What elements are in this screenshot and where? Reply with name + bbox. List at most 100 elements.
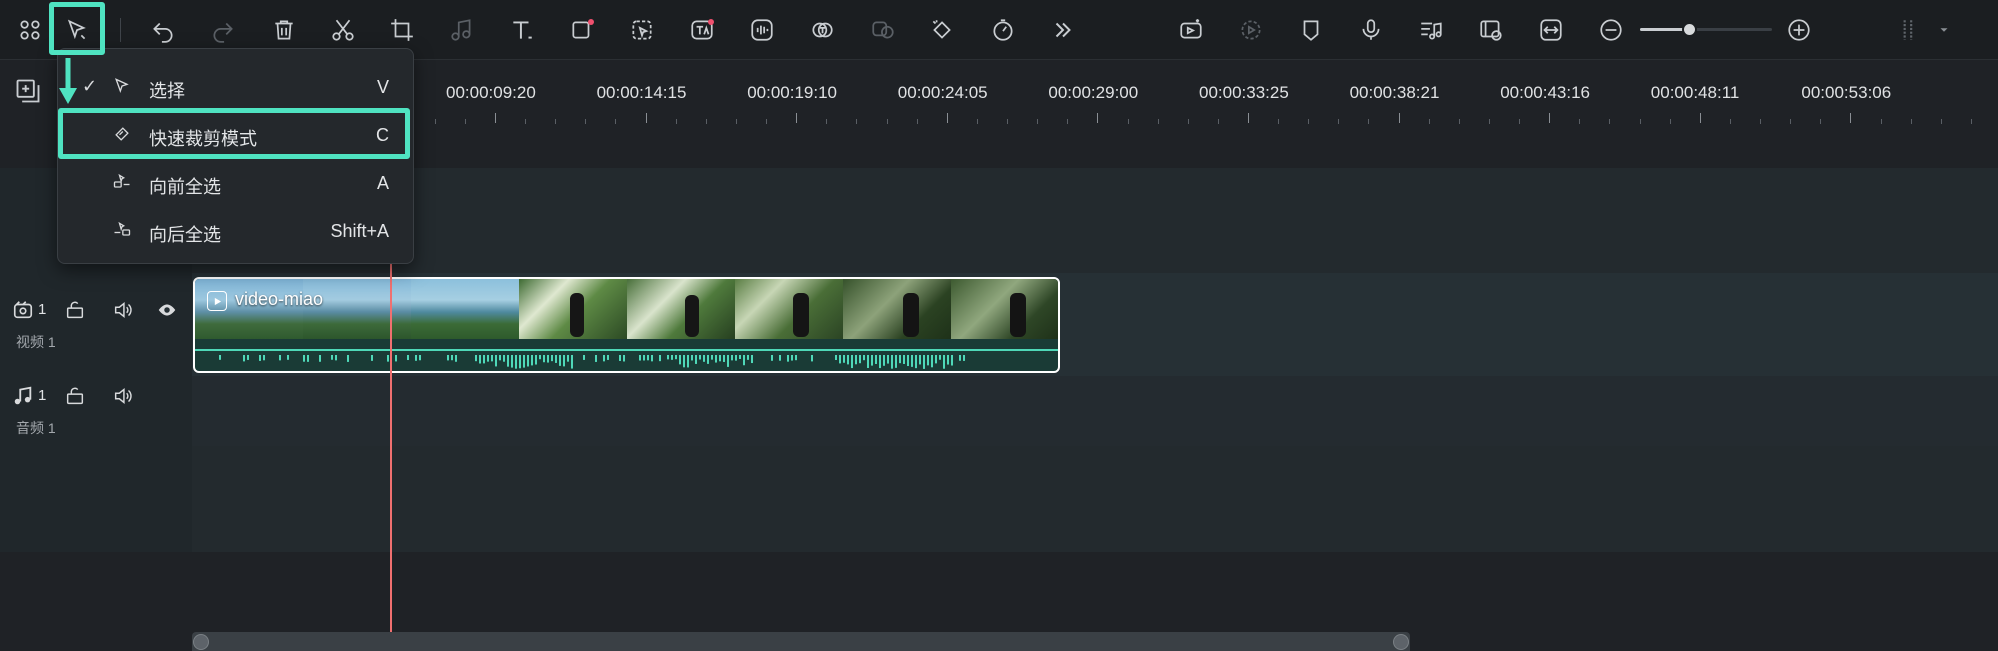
eye-icon[interactable] (156, 299, 178, 326)
horizontal-scrollbar[interactable] (192, 632, 1410, 651)
redo-icon[interactable] (203, 10, 243, 50)
waveform-bar (723, 355, 725, 362)
waveform-bar (915, 355, 917, 369)
menu-item-label: 向后全选 (149, 225, 221, 245)
audio-track-row (0, 376, 1998, 446)
menu-item-label: 向前全选 (149, 177, 221, 197)
ruler-time-label: 00:00:53:06 (1801, 83, 1892, 102)
waveform-bar (219, 355, 221, 360)
waveform-bar (603, 355, 605, 362)
speed-icon[interactable] (983, 10, 1023, 50)
layout-icon[interactable] (1889, 10, 1929, 50)
fit-icon[interactable] (1531, 10, 1571, 50)
ruler-tick (887, 119, 888, 124)
undo-icon[interactable] (143, 10, 183, 50)
cut-icon[interactable] (323, 10, 363, 50)
waveform-bar (667, 355, 669, 360)
waveform-bar (919, 355, 921, 365)
ruler-tick (1278, 119, 1279, 124)
music-icon[interactable] (1411, 10, 1451, 50)
waveform-bar (243, 355, 245, 362)
zoom-in-icon[interactable] (1779, 10, 1819, 50)
audio-icon[interactable] (442, 10, 482, 50)
render-icon[interactable] (1231, 10, 1271, 50)
zoom-slider-knob[interactable] (1681, 22, 1697, 37)
waveform-bar (947, 355, 949, 365)
menu-item-select-backward[interactable]: 向后全选 Shift+A (58, 207, 415, 255)
ruler-time-label: 00:00:38:21 (1349, 83, 1440, 102)
ruler-tick (1067, 119, 1068, 124)
voice-icon[interactable] (742, 10, 782, 50)
add-track-icon[interactable] (14, 77, 42, 110)
waveform-bar (551, 355, 553, 362)
waveform-bar (371, 355, 373, 361)
ruler-tick (646, 113, 647, 123)
apps-icon[interactable] (10, 10, 50, 50)
text-icon[interactable] (502, 10, 542, 50)
waveform-bar (475, 355, 477, 362)
ai-text-icon[interactable] (682, 10, 722, 50)
waveform-bar (683, 355, 685, 368)
cursor-icon (112, 76, 132, 101)
ruler-tick (615, 119, 616, 124)
waveform-bar (963, 355, 965, 361)
more-icon[interactable] (1043, 10, 1083, 50)
waveform-bar (695, 355, 697, 364)
waveform-bar (711, 355, 713, 360)
waveform-bar (927, 355, 929, 366)
ruler-tick (495, 113, 496, 123)
crop-icon[interactable] (382, 10, 422, 50)
ruler-tick (1760, 119, 1761, 124)
waveform-bar (511, 355, 513, 368)
menu-item-select-forward[interactable]: 向前全选 A (58, 159, 415, 207)
volume-icon[interactable] (112, 385, 134, 412)
waveform-bar (867, 355, 869, 368)
waveform-bar (859, 355, 861, 364)
ai-tool-icon[interactable] (622, 10, 662, 50)
mic-icon[interactable] (1351, 10, 1391, 50)
layout-dropdown-icon[interactable] (1926, 10, 1962, 50)
waveform-bar (895, 355, 897, 368)
lock-icon[interactable] (64, 299, 86, 326)
video-clip[interactable]: video-miao (193, 277, 1060, 373)
person-silhouette (685, 295, 699, 337)
keyframe-icon[interactable] (922, 10, 962, 50)
waveform-bar (843, 355, 845, 363)
audio-track-number: 1 (38, 387, 47, 404)
zoom-out-icon[interactable] (1591, 10, 1631, 50)
delete-icon[interactable] (264, 10, 304, 50)
subtitle-icon[interactable] (802, 10, 842, 50)
ruler-tick (1941, 119, 1942, 124)
waveform-bar (811, 355, 813, 362)
waveform-bar (499, 355, 501, 361)
waveform-bar (891, 355, 893, 369)
waveform-bar (875, 355, 877, 364)
zoom-slider[interactable] (1640, 22, 1772, 37)
notification-dot (588, 19, 594, 25)
scrollbar-left-handle[interactable] (193, 634, 209, 650)
lock-icon[interactable] (64, 385, 86, 412)
waveform-bar (659, 355, 661, 362)
waveform-bar (675, 355, 677, 360)
waveform-bar (687, 355, 689, 368)
video-track-icon (12, 299, 34, 326)
clip-thumbnail (951, 279, 1058, 339)
waveform-bar (931, 355, 933, 368)
menu-item-select[interactable]: ✓ 选择 V (58, 63, 415, 111)
track-manage-icon[interactable] (1471, 10, 1511, 50)
audio-sync-icon[interactable] (863, 10, 903, 50)
shape-icon[interactable] (562, 10, 602, 50)
waveform-bar (707, 355, 709, 364)
ruler-tick (826, 119, 827, 124)
waveform-bar (515, 355, 517, 369)
ruler-tick (435, 119, 436, 124)
ruler-tick (917, 119, 918, 124)
volume-icon[interactable] (112, 299, 134, 326)
waveform-bar (731, 355, 733, 361)
ruler-time-label: 00:00:29:00 (1048, 83, 1139, 102)
ai-video-icon[interactable] (1171, 10, 1211, 50)
waveform-bar (935, 355, 937, 364)
scrollbar-right-handle[interactable] (1393, 634, 1409, 650)
waveform-bar (847, 355, 849, 365)
marker-icon[interactable] (1291, 10, 1331, 50)
